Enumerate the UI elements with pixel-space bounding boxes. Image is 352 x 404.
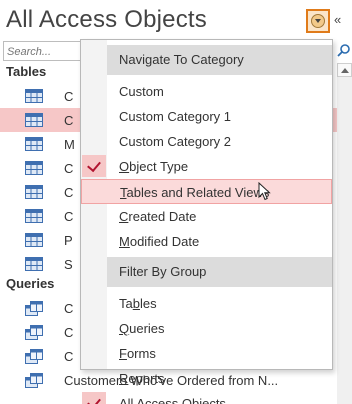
menu-section-navigate-to-category: Navigate To Category [107,45,332,75]
menu-item-tables[interactable]: Tables [81,291,332,316]
table-icon [25,161,43,180]
checkmark-icon [82,392,106,404]
list-item-label: C [64,301,74,316]
chevron-down-icon [311,14,325,28]
mouse-cursor-icon [258,182,271,201]
menu-item-label: Modified Date [119,234,200,249]
table-icon [25,185,43,204]
group-header-queries[interactable]: Queries [6,276,54,291]
vertical-scrollbar[interactable] [337,63,352,404]
list-item-label: S [64,257,73,272]
menu-item-label: Tables and Related Views [120,185,270,200]
menu-item-label: Forms [119,346,156,361]
query-icon [25,373,43,394]
query-icon [25,349,43,370]
menu-section-filter-by-group: Filter By Group [107,257,332,287]
menu-item-created-date[interactable]: Created Date [81,204,332,229]
menu-item-custom-category-1[interactable]: Custom Category 1 [81,104,332,129]
menu-item-modified-date[interactable]: Modified Date [81,229,332,254]
table-icon [25,209,43,228]
table-icon [25,137,43,156]
category-menu: Navigate To Category Custom Custom Categor… [80,39,333,404]
collapse-pane-button[interactable]: « [334,12,341,27]
query-icon [25,325,43,346]
list-item-label: C [64,89,74,104]
table-icon [25,89,43,108]
menu-item-queries[interactable]: Queries [81,316,332,341]
menu-item-tables-and-related-views[interactable]: Tables and Related Views [81,179,332,204]
menu-item-label: Object Type [119,159,189,174]
menu-item-object-type[interactable]: Object Type [81,154,332,179]
list-item-label: M [64,137,75,152]
menu-item-custom[interactable]: Custom [81,79,332,104]
menu-item-label: Custom Category 1 [119,109,231,124]
menu-item-label: Queries [119,321,165,336]
menu-item-custom-category-2[interactable]: Custom Category 2 [81,129,332,154]
menu-item-label: Custom Category 2 [119,134,231,149]
query-icon [25,301,43,322]
scroll-up-arrow-icon[interactable] [337,63,352,77]
menu-item-label: Created Date [119,209,197,224]
menu-item-label: Tables [119,296,157,311]
table-icon [25,233,43,252]
list-item-label: C [64,325,74,340]
checkmark-icon [82,155,106,177]
list-item-label: C [64,113,74,128]
list-item-label: C [64,185,74,200]
table-icon [25,113,43,132]
menu-item-reports[interactable]: Reports [81,366,332,391]
list-item-label: C [64,209,74,224]
menu-item-forms[interactable]: Forms [81,341,332,366]
menu-item-all-access-objects[interactable]: All Access Objects [81,391,332,404]
group-header-tables[interactable]: Tables [6,64,46,79]
list-item-label: C [64,161,74,176]
list-item-label: C [64,349,74,364]
menu-item-label: Reports [119,371,165,386]
menu-item-label: Custom [119,84,164,99]
pane-title: All Access Objects [6,6,208,33]
menu-item-label: All Access Objects [119,396,226,404]
category-dropdown-button[interactable] [306,9,330,33]
list-item-label: P [64,233,73,248]
table-icon [25,257,43,276]
search-icon[interactable] [337,43,351,57]
